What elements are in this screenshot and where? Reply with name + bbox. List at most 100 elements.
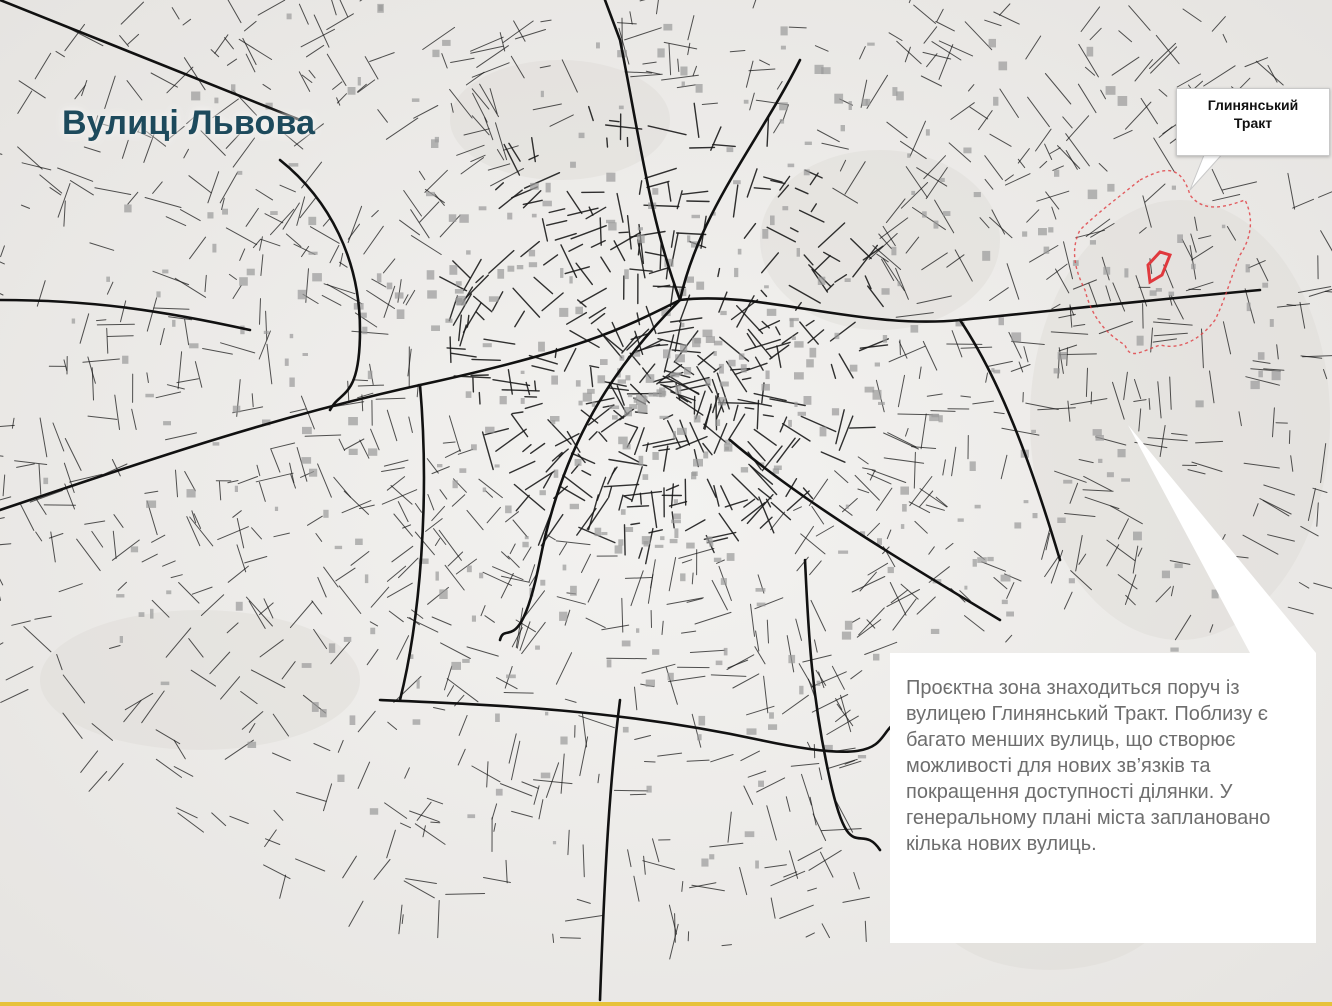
building-footprint: [1271, 370, 1281, 381]
building-footprint: [740, 364, 747, 373]
building-footprint: [803, 169, 810, 176]
building-footprint: [559, 611, 568, 621]
building-footprint: [289, 333, 294, 339]
building-footprint: [637, 404, 648, 414]
building-footprint: [677, 427, 687, 435]
building-footprint: [207, 212, 214, 219]
building-footprint: [263, 330, 269, 334]
building-footprint: [189, 343, 199, 349]
building-footprint: [844, 278, 851, 282]
building-footprint: [620, 509, 626, 515]
street-segment: [96, 323, 135, 326]
building-footprint: [902, 504, 907, 512]
building-footprint: [1086, 46, 1094, 57]
building-footprint: [289, 377, 295, 387]
building-footprint: [629, 404, 638, 409]
building-footprint: [146, 500, 157, 508]
building-footprint: [619, 355, 625, 361]
building-footprint: [794, 372, 804, 380]
building-footprint: [867, 42, 875, 46]
building-footprint: [145, 393, 154, 398]
building-footprint: [930, 628, 940, 634]
building-footprint: [907, 153, 911, 158]
callout-line-2: Тракт: [1233, 115, 1273, 131]
building-footprint: [1103, 266, 1111, 275]
building-footprint: [138, 612, 145, 617]
building-footprint: [426, 191, 435, 197]
building-footprint: [891, 246, 897, 256]
building-footprint: [680, 344, 688, 353]
building-footprint: [394, 292, 404, 299]
building-footprint: [969, 461, 976, 471]
street-segment: [606, 137, 609, 148]
building-footprint: [719, 381, 729, 387]
building-footprint: [334, 545, 343, 550]
building-footprint: [124, 204, 132, 213]
building-footprint: [506, 674, 516, 679]
street-segment: [503, 692, 534, 694]
building-footprint: [673, 513, 681, 520]
building-footprint: [780, 26, 788, 36]
building-footprint: [1221, 224, 1226, 229]
building-footprint: [247, 741, 257, 748]
building-footprint: [455, 298, 463, 302]
building-footprint: [122, 355, 129, 364]
building-footprint: [426, 270, 435, 280]
building-footprint: [601, 532, 608, 536]
building-footprint: [575, 380, 581, 387]
building-footprint: [728, 359, 736, 367]
building-footprint: [1161, 570, 1170, 579]
building-footprint: [467, 814, 476, 819]
building-footprint: [788, 419, 792, 427]
building-footprint: [744, 831, 755, 838]
building-footprint: [1195, 400, 1204, 408]
building-footprint: [779, 102, 788, 111]
building-footprint: [621, 640, 631, 647]
building-footprint: [471, 615, 476, 622]
building-footprint: [1098, 458, 1103, 463]
building-footprint: [638, 455, 644, 466]
building-footprint: [466, 250, 471, 255]
street-segment: [849, 426, 876, 429]
building-footprint: [652, 188, 659, 195]
building-footprint: [497, 269, 505, 279]
building-footprint: [726, 553, 735, 561]
building-footprint: [972, 559, 977, 567]
building-footprint: [1258, 370, 1263, 378]
building-footprint: [412, 719, 421, 725]
building-footprint: [761, 383, 770, 391]
building-footprint: [559, 307, 569, 317]
building-footprint: [788, 654, 796, 664]
building-footprint: [302, 426, 312, 435]
building-footprint: [618, 436, 628, 445]
building-footprint: [988, 38, 996, 48]
building-footprint: [789, 317, 799, 322]
building-footprint: [614, 545, 623, 554]
building-footprint: [150, 608, 154, 619]
building-footprint: [106, 276, 110, 282]
building-footprint: [756, 602, 766, 607]
building-footprint: [437, 464, 443, 468]
building-footprint: [1107, 183, 1115, 192]
building-footprint: [435, 571, 439, 581]
building-footprint: [838, 550, 849, 554]
building-footprint: [516, 265, 524, 270]
building-footprint: [766, 308, 777, 316]
building-footprint: [1001, 599, 1008, 605]
building-footprint: [367, 370, 373, 380]
street-segment: [534, 380, 537, 392]
building-footprint: [160, 681, 170, 686]
building-footprint: [667, 672, 674, 681]
building-footprint: [816, 680, 821, 686]
street-segment: [689, 146, 716, 149]
building-footprint: [765, 370, 770, 380]
building-footprint: [520, 398, 525, 404]
building-footprint: [803, 396, 812, 405]
building-footprint: [652, 649, 660, 655]
building-footprint: [897, 281, 901, 287]
building-footprint: [301, 457, 312, 464]
building-footprint: [624, 269, 629, 280]
building-footprint: [834, 332, 840, 340]
building-footprint: [116, 594, 125, 598]
building-footprint: [499, 396, 507, 405]
